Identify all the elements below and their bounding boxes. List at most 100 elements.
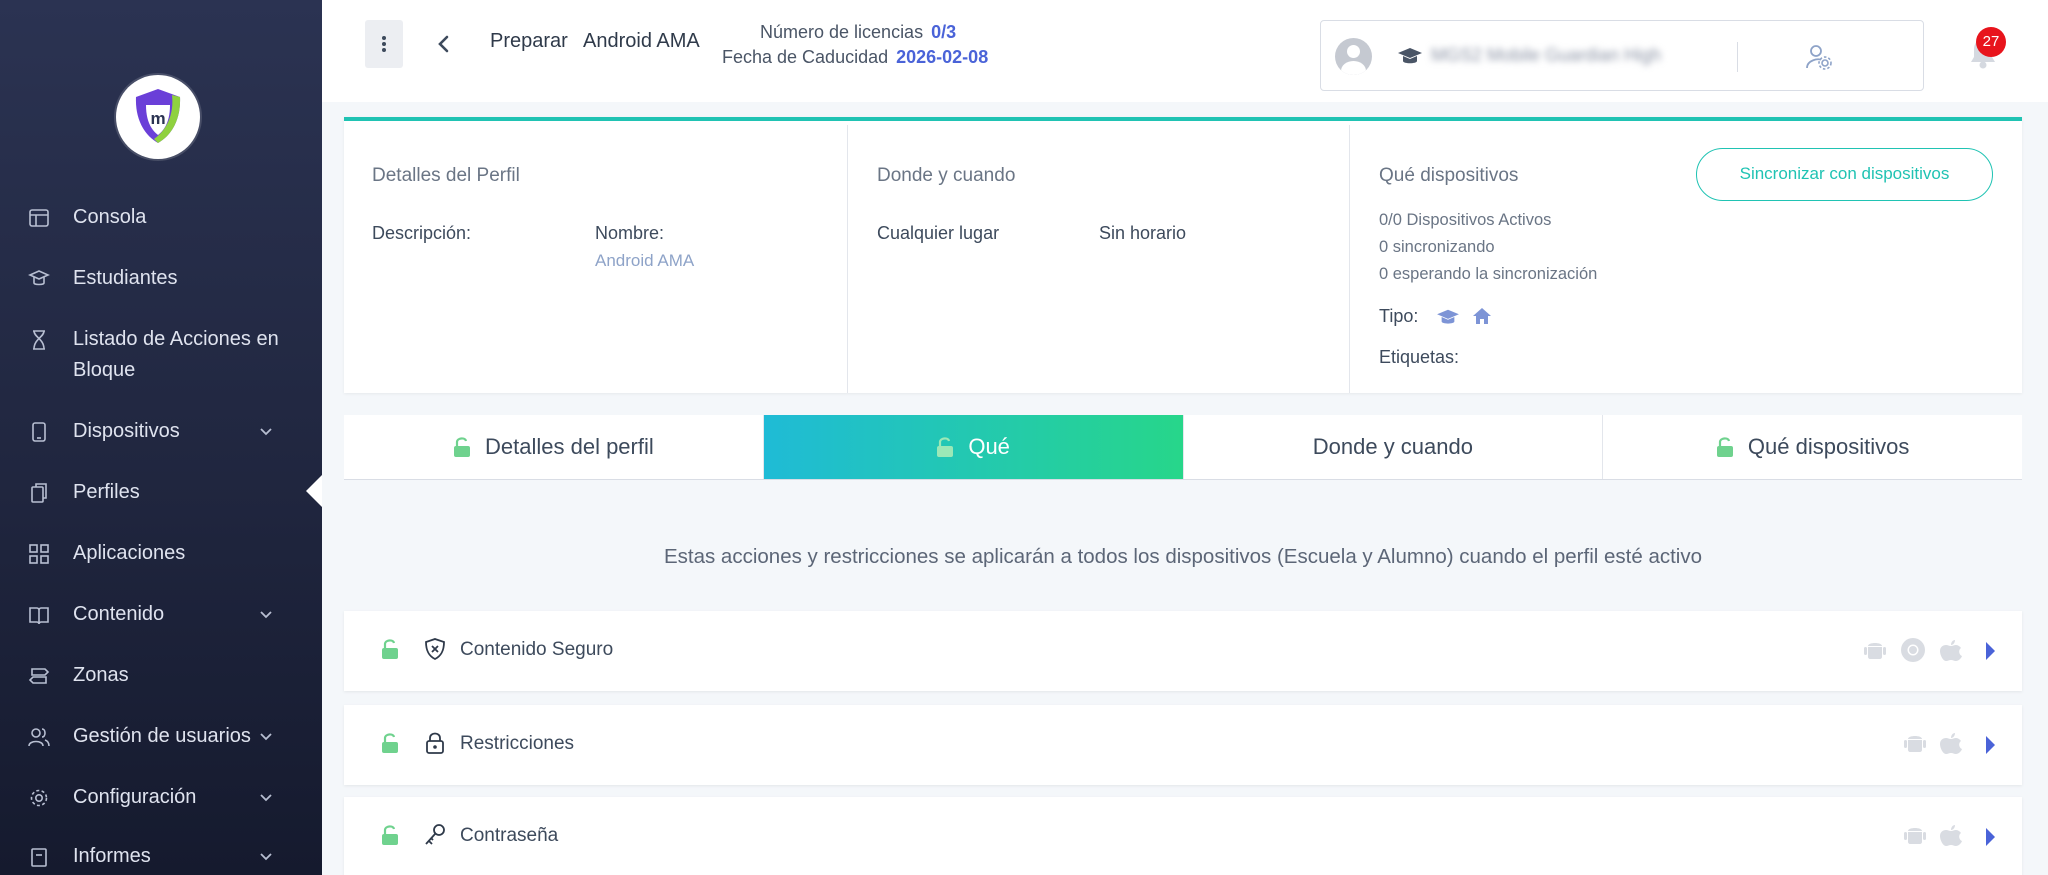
unlocked-icon[interactable] bbox=[381, 732, 399, 754]
apple-icon bbox=[1940, 825, 1962, 846]
sidebar-item-label: Aplicaciones bbox=[73, 542, 186, 564]
dashboard-icon bbox=[29, 209, 49, 227]
tags-label: Etiquetas: bbox=[1379, 347, 1460, 367]
school-name: MGS2 Mobile Guardian High bbox=[1431, 45, 1662, 65]
chrome-icon bbox=[1901, 638, 1925, 662]
where-when-title: Donde y cuando bbox=[877, 165, 1016, 186]
unlocked-icon bbox=[1716, 437, 1733, 457]
sidebar-item-label: Zonas bbox=[73, 664, 129, 686]
brand-logo[interactable]: m bbox=[116, 75, 200, 159]
sidebar-item-label: Dispositivos bbox=[73, 420, 180, 442]
active-item-indicator bbox=[306, 475, 322, 507]
sidebar-item-label: Estudiantes bbox=[73, 267, 178, 289]
unlocked-icon bbox=[454, 437, 470, 457]
profile-tabs: Detalles del perfil Qué Donde y cuando Q… bbox=[344, 415, 2022, 480]
platform-icons bbox=[1904, 823, 1962, 847]
android-icon bbox=[1864, 643, 1886, 659]
sidebar-item-label: Contenido bbox=[73, 603, 165, 625]
unlocked-icon bbox=[937, 437, 954, 457]
sidebar-item-label: Informes bbox=[73, 845, 151, 867]
location-value: Cualquier lugar bbox=[877, 223, 1000, 243]
chevron-down-icon bbox=[260, 733, 272, 741]
graduation-cap-icon bbox=[1398, 48, 1422, 64]
expiry-info: Fecha de Caducidad 2026-02-08 bbox=[722, 47, 988, 68]
school-selector[interactable]: MGS2 Mobile Guardian High bbox=[1320, 20, 1924, 91]
syncing-count: 0 sincronizando bbox=[1379, 238, 1495, 256]
profile-details-title: Detalles del Perfil bbox=[372, 165, 520, 186]
brand-shield-icon: m bbox=[135, 89, 181, 143]
sidebar-item-label: Perfiles bbox=[73, 481, 140, 503]
sidebar-item-label: Gestión de usuarios bbox=[73, 725, 251, 747]
chevron-down-icon bbox=[260, 611, 272, 619]
more-menu-button[interactable] bbox=[365, 20, 403, 68]
tab-label: Qué bbox=[968, 434, 1010, 459]
profile-name-value: Android AMA bbox=[595, 251, 695, 270]
expiry-value: 2026-02-08 bbox=[896, 47, 989, 67]
expand-arrow-icon[interactable] bbox=[1984, 641, 1996, 661]
report-icon bbox=[31, 848, 47, 867]
expand-arrow-icon[interactable] bbox=[1984, 735, 1996, 755]
tab-where-when[interactable]: Donde y cuando bbox=[1184, 415, 1604, 479]
platform-icons bbox=[1864, 637, 1962, 663]
signpost-icon bbox=[28, 668, 50, 684]
key-icon bbox=[425, 824, 445, 845]
users-icon bbox=[28, 728, 50, 747]
student-icon bbox=[28, 270, 50, 286]
notifications-badge[interactable]: 27 bbox=[1976, 27, 2006, 57]
chevron-down-icon bbox=[260, 853, 272, 861]
licenses-info: Número de licencias 0/3 bbox=[760, 22, 956, 43]
expand-arrow-icon[interactable] bbox=[1984, 827, 1996, 847]
device-icon bbox=[32, 422, 46, 442]
name-label: Nombre: bbox=[595, 223, 665, 243]
licenses-value: 0/3 bbox=[931, 22, 957, 42]
unlocked-icon[interactable] bbox=[381, 638, 399, 660]
back-arrow-icon[interactable] bbox=[434, 34, 454, 54]
restrictions-info-text: Estas acciones y restricciones se aplica… bbox=[663, 545, 1703, 568]
profile-summary-panel: Detalles del Perfil Descripción: Nombre:… bbox=[344, 117, 2022, 393]
tab-which-devices[interactable]: Qué dispositivos bbox=[1603, 415, 2022, 479]
tab-profile-details[interactable]: Detalles del perfil bbox=[344, 415, 764, 479]
android-icon bbox=[1904, 828, 1926, 844]
column-divider bbox=[1349, 125, 1350, 393]
chevron-down-icon bbox=[260, 794, 272, 802]
category-row-safe-content[interactable]: Contenido Seguro bbox=[344, 611, 2022, 691]
user-settings-icon[interactable] bbox=[1805, 43, 1833, 71]
sidebar-item-label: Consola bbox=[73, 206, 147, 228]
platform-icons bbox=[1904, 731, 1962, 755]
type-label: Tipo: bbox=[1379, 306, 1419, 326]
expiry-label: Fecha de Caducidad bbox=[722, 47, 889, 67]
breadcrumb-prepare[interactable]: Preparar bbox=[490, 30, 568, 53]
shield-x-icon bbox=[425, 638, 445, 661]
hourglass-icon bbox=[33, 330, 45, 350]
sidebar: m Consola Estudiantes Listado de Accione… bbox=[0, 0, 322, 875]
divider bbox=[1737, 42, 1738, 72]
column-divider bbox=[847, 125, 848, 393]
apps-grid-icon bbox=[29, 544, 49, 564]
breadcrumb-profile: Android AMA bbox=[583, 30, 700, 52]
avatar[interactable] bbox=[1335, 38, 1372, 75]
tab-label: Detalles del perfil bbox=[485, 434, 654, 459]
top-bar: Preparar Android AMA Número de licencias… bbox=[322, 0, 2048, 102]
tab-what[interactable]: Qué bbox=[763, 415, 1184, 479]
sync-devices-button[interactable]: Sincronizar con dispositivos bbox=[1696, 148, 1993, 201]
unlocked-icon[interactable] bbox=[381, 824, 399, 846]
category-label: Contenido Seguro bbox=[460, 639, 614, 660]
licenses-label: Número de licencias bbox=[760, 22, 924, 42]
gear-icon bbox=[30, 789, 48, 807]
category-label: Restricciones bbox=[460, 733, 575, 754]
category-row-restrictions[interactable]: Restricciones bbox=[344, 705, 2022, 785]
tab-label: Donde y cuando bbox=[1312, 434, 1473, 459]
book-icon bbox=[29, 607, 49, 625]
active-devices-count: 0/0 Dispositivos Activos bbox=[1379, 211, 1552, 229]
android-icon bbox=[1904, 736, 1926, 752]
svg-text:m: m bbox=[150, 109, 165, 128]
tab-label: Qué dispositivos bbox=[1747, 434, 1910, 459]
home-type-icon bbox=[1473, 308, 1491, 324]
schedule-value: Sin horario bbox=[1099, 223, 1187, 243]
category-row-password[interactable]: Contraseña bbox=[344, 797, 2022, 875]
chevron-down-icon bbox=[260, 428, 272, 436]
description-label: Descripción: bbox=[372, 223, 472, 243]
school-type-icon bbox=[1437, 309, 1459, 324]
which-devices-title: Qué dispositivos bbox=[1379, 165, 1519, 186]
category-label: Contraseña bbox=[460, 825, 559, 846]
